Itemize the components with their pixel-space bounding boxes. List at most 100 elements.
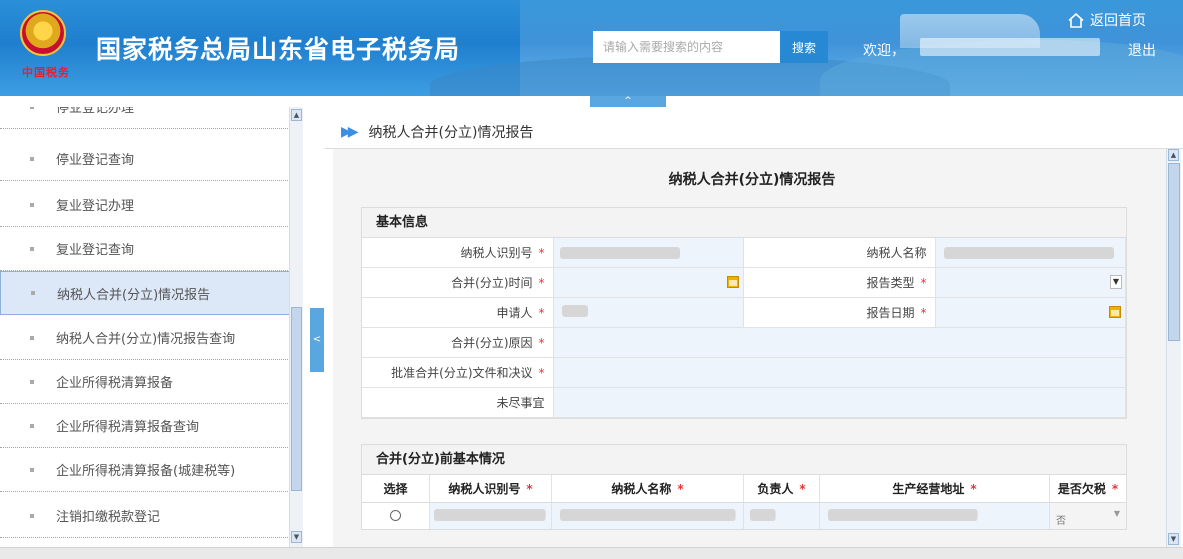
address-cell[interactable] bbox=[820, 503, 1050, 529]
column-header: 纳税人名称 * bbox=[552, 475, 744, 502]
grid-header: 选择 纳税人识别号 * 纳税人名称 * 负责人 * 生产经营地址 * 是否欠税 * bbox=[362, 475, 1126, 503]
field-label: 报告日期 * bbox=[744, 298, 936, 327]
merge-reason-field[interactable] bbox=[553, 328, 1126, 357]
scroll-up-icon[interactable]: ▲ bbox=[291, 109, 302, 121]
sidebar-item-label: 停业登记查询 bbox=[56, 153, 135, 168]
chevron-down-icon[interactable]: ▼ bbox=[1114, 509, 1120, 518]
sidebar-item-label: 纳税人合并(分立)情况报告查询 bbox=[56, 332, 236, 347]
form-row: 合并(分立)时间 * 报告类型 * ▼ bbox=[362, 268, 1126, 298]
report-type-select[interactable]: ▼ bbox=[935, 268, 1126, 297]
field-label: 合并(分立)时间 * bbox=[362, 268, 554, 297]
form-title: 纳税人合并(分立)情况报告 bbox=[668, 172, 836, 188]
form-row: 批准合并(分立)文件和决议 * bbox=[362, 358, 1126, 388]
sidebar-item-suspend-register[interactable]: 停业登记办理 bbox=[0, 107, 290, 129]
status-bar bbox=[0, 547, 1183, 559]
scroll-up-icon[interactable]: ▲ bbox=[1168, 149, 1179, 161]
basic-info-panel: 基本信息 纳税人识别号 * 纳税人名称 合并(分立)时间 * 报告类型 * ▼ 申请人… bbox=[361, 207, 1127, 419]
main-area: ▶▶ 纳税人合并(分立)情况报告 纳税人合并(分立)情况报告 基本信息 纳税人识… bbox=[325, 107, 1183, 547]
sidebar-collapse-toggle[interactable]: < bbox=[310, 308, 324, 372]
sidebar-item-merge-report[interactable]: 纳税人合并(分立)情况报告 bbox=[0, 271, 290, 315]
sidebar-item-resume-query[interactable]: 复业登记查询 bbox=[0, 227, 290, 271]
applicant-field[interactable] bbox=[553, 298, 744, 327]
field-label: 申请人 * bbox=[362, 298, 554, 327]
sidebar-item-label: 企业所得税清算报备 bbox=[56, 376, 174, 391]
form-row: 申请人 * 报告日期 * bbox=[362, 298, 1126, 328]
taxpayer-id-cell[interactable] bbox=[430, 503, 552, 529]
breadcrumb: ▶▶ 纳税人合并(分立)情况报告 bbox=[325, 115, 1183, 149]
sidebar-item-label: 注销扣缴税款登记 bbox=[56, 510, 161, 525]
double-arrow-icon: ▶▶ bbox=[341, 123, 358, 140]
calendar-icon[interactable] bbox=[727, 276, 739, 288]
sidebar-item-cit-liquidation-query[interactable]: 企业所得税清算报备查询 bbox=[0, 404, 290, 448]
row-radio[interactable] bbox=[390, 510, 401, 521]
bullet-icon bbox=[30, 467, 34, 472]
responsible-person-cell[interactable] bbox=[744, 503, 820, 529]
taxpayer-id-field[interactable] bbox=[553, 238, 744, 267]
sidebar-item-label: 停业登记办理 bbox=[56, 107, 135, 116]
welcome-text: 欢迎， bbox=[863, 43, 905, 59]
sidebar-item-merge-report-query[interactable]: 纳税人合并(分立)情况报告查询 bbox=[0, 316, 290, 360]
sidebar-item-resume-register[interactable]: 复业登记办理 bbox=[0, 183, 290, 227]
home-icon bbox=[1068, 12, 1084, 28]
sidebar-item-label: 纳税人合并(分立)情况报告 bbox=[57, 287, 211, 303]
form-row: 合并(分立)原因 * bbox=[362, 328, 1126, 358]
approval-doc-field[interactable] bbox=[553, 358, 1126, 387]
sidebar-scroll-thumb[interactable] bbox=[291, 307, 302, 491]
field-label: 报告类型 * bbox=[744, 268, 936, 297]
taxpayer-name-field[interactable] bbox=[935, 238, 1126, 267]
sidebar-item-cit-liquidation[interactable]: 企业所得税清算报备 bbox=[0, 360, 290, 404]
before-merge-panel: 合并(分立)前基本情况 选择 纳税人识别号 * 纳税人名称 * 负责人 * 生产经营地… bbox=[361, 444, 1127, 530]
field-label: 批准合并(分立)文件和决议 * bbox=[362, 358, 554, 387]
header-collapse-toggle[interactable]: ^ bbox=[590, 96, 666, 107]
column-header: 选择 bbox=[362, 475, 430, 502]
calendar-icon[interactable] bbox=[1109, 306, 1121, 318]
merge-time-field[interactable] bbox=[553, 268, 744, 297]
panel-heading: 合并(分立)前基本情况 bbox=[362, 445, 1126, 475]
sidebar-item-withholding-cancel[interactable]: 注销扣缴税款登记 bbox=[0, 494, 290, 538]
tax-emblem-icon bbox=[20, 10, 66, 56]
form-row: 未尽事宜 bbox=[362, 388, 1126, 418]
emblem-tag: 中国税务 bbox=[22, 66, 70, 79]
home-link-label: 返回首页 bbox=[1090, 13, 1146, 29]
bullet-icon bbox=[30, 107, 34, 109]
main-scroll-thumb[interactable] bbox=[1168, 163, 1180, 341]
select-cell bbox=[362, 503, 430, 529]
form-row: 纳税人识别号 * 纳税人名称 bbox=[362, 238, 1126, 268]
username-redacted bbox=[920, 38, 1100, 56]
bullet-icon bbox=[31, 291, 35, 295]
taxpayer-name-cell[interactable] bbox=[552, 503, 744, 529]
sidebar-item-suspend-query[interactable]: 停业登记查询 bbox=[0, 137, 290, 181]
search-button[interactable]: 搜索 bbox=[780, 31, 828, 63]
home-link[interactable]: 返回首页 bbox=[1068, 10, 1146, 30]
sidebar-item-cit-liquidation-urban[interactable]: 企业所得税清算报备(城建税等) bbox=[0, 448, 290, 492]
main-scrollbar[interactable]: ▲ ▼ bbox=[1166, 149, 1181, 547]
arrears-value: 否 bbox=[1056, 516, 1066, 527]
panel-heading: 基本信息 bbox=[362, 208, 1126, 238]
sidebar: 停业登记办理 停业登记查询 复业登记办理 复业登记查询 纳税人合并(分立)情况报… bbox=[0, 107, 300, 547]
site-title: 国家税务总局山东省电子税务局 bbox=[96, 35, 461, 64]
sidebar-scrollbar[interactable]: ▲ ▼ bbox=[289, 107, 303, 547]
search-input[interactable] bbox=[593, 31, 780, 63]
bullet-icon bbox=[30, 513, 34, 518]
pending-matters-field[interactable] bbox=[553, 388, 1126, 417]
form-content: 纳税人合并(分立)情况报告 基本信息 纳税人识别号 * 纳税人名称 合并(分立)时… bbox=[333, 149, 1171, 547]
scroll-down-icon[interactable]: ▼ bbox=[291, 531, 302, 543]
bullet-icon bbox=[30, 246, 34, 251]
report-date-field[interactable] bbox=[935, 298, 1126, 327]
sidebar-item-label: 复业登记办理 bbox=[56, 199, 135, 214]
bullet-icon bbox=[30, 379, 34, 384]
bullet-icon bbox=[30, 423, 34, 428]
scroll-down-icon[interactable]: ▼ bbox=[1168, 533, 1179, 545]
table-row: 否 ▼ bbox=[362, 503, 1126, 529]
field-label: 纳税人识别号 * bbox=[362, 238, 554, 267]
sidebar-item-label: 企业所得税清算报备查询 bbox=[56, 420, 200, 435]
chevron-down-icon[interactable]: ▼ bbox=[1110, 275, 1122, 289]
bullet-icon bbox=[30, 335, 34, 340]
sidebar-item-label: 复业登记查询 bbox=[56, 243, 135, 258]
arrears-select[interactable]: 否 ▼ bbox=[1050, 503, 1126, 529]
logout-link[interactable]: 退出 bbox=[1128, 40, 1156, 60]
column-header: 负责人 * bbox=[744, 475, 820, 502]
column-header: 是否欠税 * bbox=[1057, 482, 1119, 496]
field-label: 未尽事宜 bbox=[362, 388, 554, 417]
sidebar-item-label: 企业所得税清算报备(城建税等) bbox=[56, 464, 236, 479]
